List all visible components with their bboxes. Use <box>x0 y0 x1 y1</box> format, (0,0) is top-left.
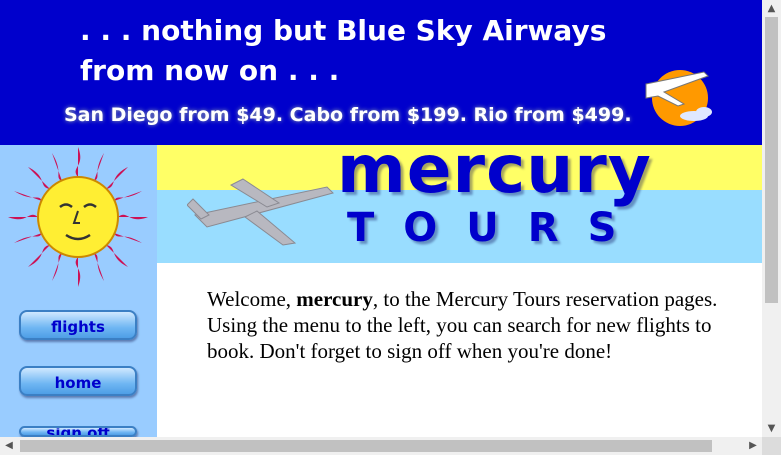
scrollbar-corner <box>762 437 781 455</box>
banner-promo-text: San Diego from $49. Cabo from $199. Rio … <box>64 104 632 126</box>
brand-tours: TOURS <box>347 205 646 251</box>
airplane-sun-icon <box>645 70 712 126</box>
scroll-left-arrow-icon[interactable]: ◀ <box>0 437 18 455</box>
vertical-scroll-thumb[interactable] <box>765 17 778 303</box>
welcome-prefix: Welcome, <box>207 287 297 311</box>
home-button[interactable]: home <box>19 366 137 396</box>
sun-face-icon <box>0 145 157 290</box>
username: mercury <box>296 287 373 311</box>
mercury-tours-logo[interactable]: mercury TOURS <box>157 145 762 263</box>
scroll-right-arrow-icon[interactable]: ▶ <box>744 437 762 455</box>
airplane-icon <box>187 178 334 246</box>
scroll-down-arrow-icon[interactable]: ▼ <box>762 420 781 437</box>
promo-banner[interactable]: . . . nothing but Blue Sky Airways from … <box>0 0 762 145</box>
banner-headline-line1: . . . nothing but Blue Sky Airways <box>80 14 607 47</box>
sign-off-button[interactable]: sign off <box>19 426 137 437</box>
sidebar-nav: flights home sign off <box>0 145 157 437</box>
horizontal-scrollbar[interactable]: ◀ ▶ <box>0 437 762 455</box>
banner-headline-line2: from now on . . . <box>80 54 340 87</box>
horizontal-scroll-thumb[interactable] <box>20 440 712 452</box>
vertical-scrollbar[interactable]: ▲ ▼ <box>762 0 781 437</box>
flights-button[interactable]: flights <box>19 310 137 340</box>
brand-mercury: mercury <box>337 145 652 208</box>
welcome-message: Welcome, mercury, to the Mercury Tours r… <box>207 286 747 364</box>
scroll-up-arrow-icon[interactable]: ▲ <box>762 0 781 17</box>
